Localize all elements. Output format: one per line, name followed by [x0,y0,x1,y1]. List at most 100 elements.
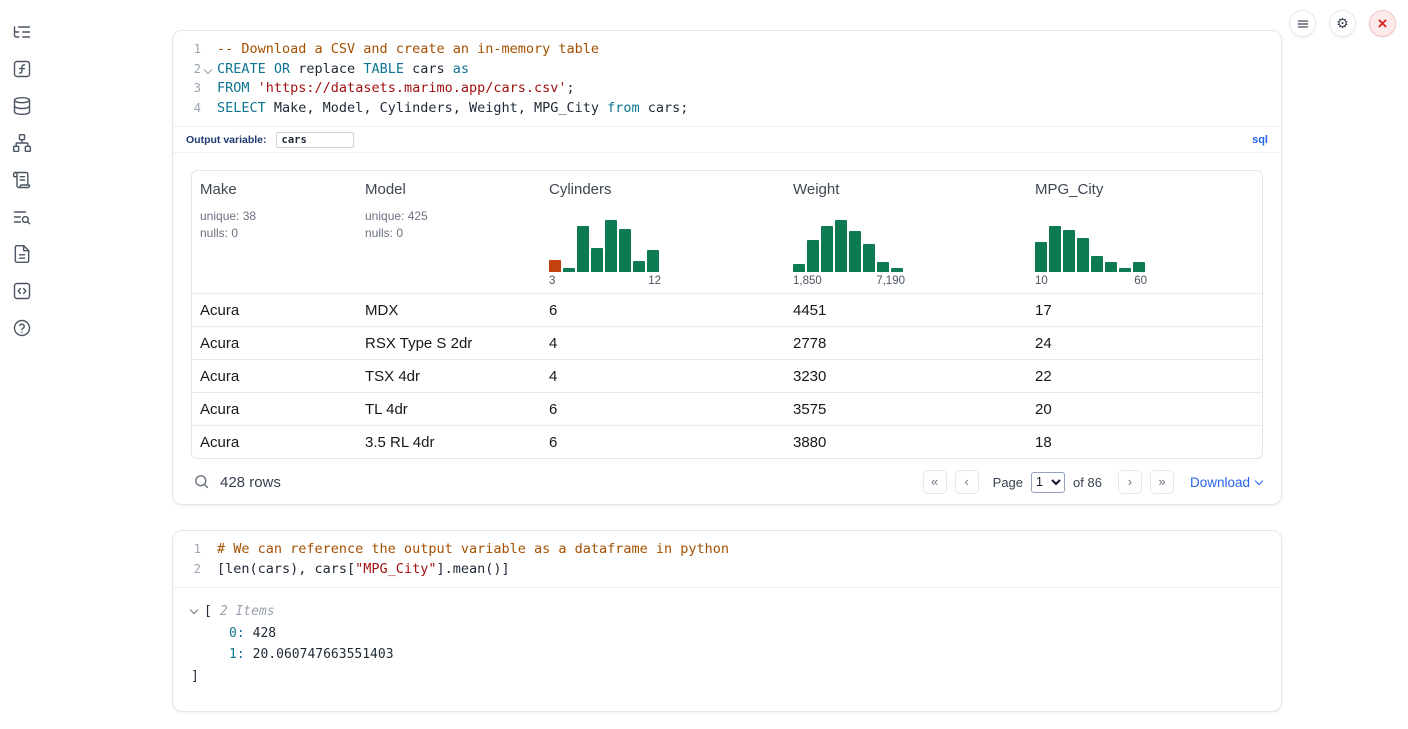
sidebar-item-snippets[interactable] [11,244,33,266]
mpg-city-histogram[interactable] [1035,216,1147,272]
chevron-down-icon [1255,477,1263,485]
table-cell: 6 [541,302,785,319]
sidebar-item-help[interactable] [11,318,33,340]
sidebar-item-packages[interactable] [11,281,33,303]
shutdown-button[interactable]: × [1369,10,1396,37]
code-line[interactable]: 2 [len(cars), cars["MPG_City"].mean()] [179,560,1269,580]
menu-button[interactable] [1289,10,1316,37]
page-select[interactable]: 1 [1031,472,1065,493]
weight-histogram[interactable] [793,216,905,272]
network-icon [12,133,32,153]
table-cell: 22 [1027,368,1262,385]
sql-code-editor[interactable]: 1-- Download a CSV and create an in-memo… [173,31,1281,126]
sidebar-item-documentation[interactable] [11,170,33,192]
table-row[interactable]: AcuraRSX Type S 2dr4277824 [192,326,1262,359]
code-token: replace [290,61,363,77]
table-body: AcuraMDX6445117AcuraRSX Type S 2dr427782… [192,293,1262,458]
histogram-bar [793,264,805,272]
column-header-cylinders[interactable]: Cylinders 3 12 [541,171,785,293]
table-row[interactable]: AcuraTSX 4dr4323022 [192,359,1262,392]
column-header-model[interactable]: Model unique: 425 nulls: 0 [357,171,541,293]
line-number: 2 [179,560,201,580]
column-label: Weight [793,181,1019,198]
table-row[interactable]: AcuraMDX6445117 [192,293,1262,326]
histogram-bar [891,268,903,272]
histogram-bar [1049,226,1061,272]
stat-nulls: nulls: 0 [200,225,349,242]
code-line[interactable]: 2CREATE OR replace TABLE cars as [179,60,1269,80]
histogram-bar [1077,238,1089,272]
histogram-bar [563,268,575,272]
download-label: Download [1190,475,1250,490]
help-circle-icon [12,318,32,338]
axis-max-label: 12 [648,275,661,287]
table-row[interactable]: Acura3.5 RL 4dr6388018 [192,425,1262,458]
line-number: 4 [179,99,201,119]
table-cell: Acura [192,434,357,451]
sidebar-item-dependencies[interactable] [11,133,33,155]
code-text: # We can reference the output variable a… [214,540,729,560]
column-header-weight[interactable]: Weight 1,850 7,190 [785,171,1027,293]
sidebar-item-functions[interactable] [11,59,33,81]
column-header-mpg-city[interactable]: MPG_City 10 60 [1027,171,1262,293]
table-cell: Acura [192,368,357,385]
settings-button[interactable]: ⚙ [1329,10,1356,37]
search-button[interactable] [192,473,210,491]
code-token: [len(cars), cars[ [217,561,355,577]
line-number: 2 [179,60,201,80]
line-number: 1 [179,540,201,560]
first-page-button[interactable]: « [923,470,947,494]
last-page-button[interactable]: » [1150,470,1174,494]
table-cell: 3575 [785,401,1027,418]
python-output: [2 Items 0:428 1:20.060747663551403 ] [173,587,1281,701]
collapse-toggle[interactable] [191,603,197,618]
table-cell: 4 [541,368,785,385]
histogram-bar [849,231,861,272]
histogram-bar [605,220,617,272]
tree-icon [12,22,32,42]
search-icon [193,473,210,490]
table-cell: 4 [541,335,785,352]
cylinders-histogram[interactable] [549,216,661,272]
axis-min-label: 1,850 [793,275,822,287]
code-line[interactable]: 4SELECT Make, Model, Cylinders, Weight, … [179,99,1269,119]
table-cell: TL 4dr [357,401,541,418]
column-label: MPG_City [1035,181,1254,198]
histogram-bar [1035,242,1047,272]
close-bracket: ] [191,669,199,684]
column-header-make[interactable]: Make unique: 38 nulls: 0 [192,171,357,293]
code-text: [len(cars), cars["MPG_City"].mean()] [214,560,510,580]
sql-cell: 1-- Download a CSV and create an in-memo… [172,30,1282,505]
line-number: 1 [179,40,201,60]
table-cell: 6 [541,401,785,418]
code-token [250,80,258,96]
next-page-button[interactable]: › [1118,470,1142,494]
gutter-fold-slot[interactable] [201,67,214,75]
code-square-icon [12,281,32,301]
column-label: Make [200,181,349,198]
prev-page-button[interactable]: ‹ [955,470,979,494]
table-row[interactable]: AcuraTL 4dr6357520 [192,392,1262,425]
download-button[interactable]: Download [1190,475,1262,490]
item-value: 20.060747663551403 [253,647,394,662]
code-line[interactable]: 1 # We can reference the output variable … [179,540,1269,560]
table-cell: TSX 4dr [357,368,541,385]
histogram-bar [835,220,847,272]
table-footer: 428 rows « ‹ Page 1 of 86 › » Download [173,459,1281,505]
code-line[interactable]: 3FROM 'https://datasets.marimo.app/cars.… [179,79,1269,99]
python-code-editor[interactable]: 1 # We can reference the output variable … [173,531,1281,587]
code-line[interactable]: 1-- Download a CSV and create an in-memo… [179,40,1269,60]
table-cell: 6 [541,434,785,451]
list-search-icon [12,207,32,227]
stat-unique: unique: 38 [200,208,349,225]
line-number: 3 [179,79,201,99]
table-header: Make unique: 38 nulls: 0 Model unique: 4… [192,171,1262,293]
sidebar-item-file-tree[interactable] [11,22,33,44]
code-token: ].mean()] [436,561,509,577]
sidebar-item-datasources[interactable] [11,96,33,118]
python-cell: 1 # We can reference the output variable … [172,530,1282,712]
output-variable-input[interactable] [276,132,354,148]
file-text-icon [12,244,32,264]
left-toolbar [0,0,44,340]
sidebar-item-logs[interactable] [11,207,33,229]
